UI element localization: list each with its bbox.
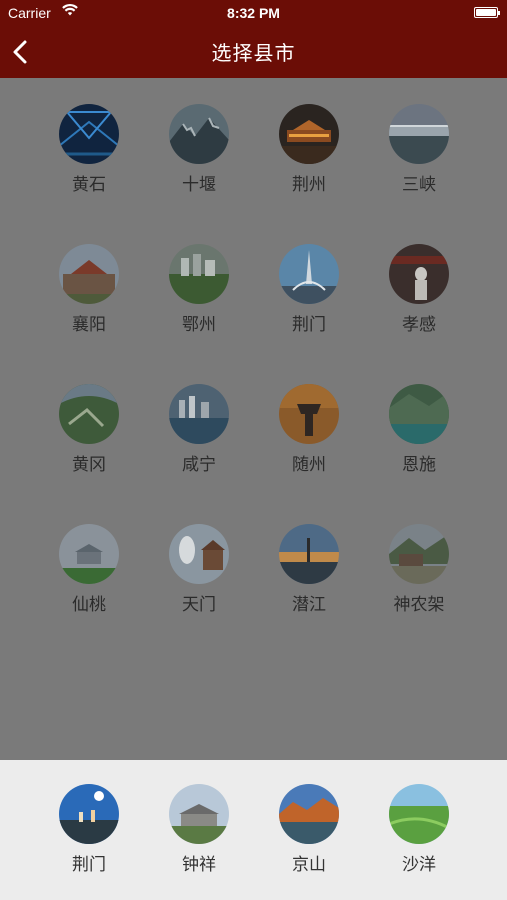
shiyan-photo xyxy=(169,104,229,164)
city-item-xiangyang[interactable]: 襄阳 xyxy=(44,244,134,335)
city-name: 潜江 xyxy=(292,595,326,615)
featured-item-shayang[interactable]: 沙洋 xyxy=(374,784,464,875)
city-name: 十堰 xyxy=(182,175,216,195)
featured-item-jingmen[interactable]: 荆门 xyxy=(44,784,134,875)
qianjiang-photo xyxy=(279,524,339,584)
huangshi-photo xyxy=(59,104,119,164)
jingzhou-photo xyxy=(279,104,339,164)
battery-icon xyxy=(474,7,500,18)
jingshan-photo xyxy=(279,784,339,844)
city-name: 随州 xyxy=(292,455,326,475)
city-name: 沙洋 xyxy=(402,855,436,875)
jingmen-photo xyxy=(279,244,339,304)
shayang-photo xyxy=(389,784,449,844)
page-title: 选择县市 xyxy=(211,41,296,65)
city-name: 鄂州 xyxy=(182,315,216,335)
featured-item-jingshan[interactable]: 京山 xyxy=(264,784,354,875)
city-item-enshi[interactable]: 恩施 xyxy=(374,384,464,475)
city-item-xiantao[interactable]: 仙桃 xyxy=(44,524,134,615)
zhongxiang-photo xyxy=(169,784,229,844)
city-name: 黄冈 xyxy=(72,455,106,475)
huanggang-photo xyxy=(59,384,119,444)
xianning-photo xyxy=(169,384,229,444)
city-name: 天门 xyxy=(182,595,216,615)
city-item-shiyan[interactable]: 十堰 xyxy=(154,104,244,195)
city-name: 京山 xyxy=(292,855,326,875)
city-item-suizhou[interactable]: 随州 xyxy=(264,384,354,475)
xiangyang-photo xyxy=(59,244,119,304)
city-grid: 黄石 十堰 荆州 三峡 襄阳 鄂州 荆门 孝感 黄冈 咸宁 随州 恩施 仙桃 天… xyxy=(0,78,507,760)
tianmen-photo xyxy=(169,524,229,584)
city-item-sanxia[interactable]: 三峡 xyxy=(374,104,464,195)
city-name: 钟祥 xyxy=(182,855,216,875)
sanxia-photo xyxy=(389,104,449,164)
jingmen-night-photo xyxy=(59,784,119,844)
suizhou-photo xyxy=(279,384,339,444)
city-name: 黄石 xyxy=(72,175,106,195)
city-name: 咸宁 xyxy=(182,455,216,475)
city-item-tianmen[interactable]: 天门 xyxy=(154,524,244,615)
city-name: 荆州 xyxy=(292,175,326,195)
city-item-qianjiang[interactable]: 潜江 xyxy=(264,524,354,615)
featured-panel: 荆门 钟祥 京山 沙洋 xyxy=(0,760,507,900)
clock: 8:32 PM xyxy=(227,5,280,21)
xiaogan-photo xyxy=(389,244,449,304)
shennongjia-photo xyxy=(389,524,449,584)
city-name: 荆门 xyxy=(72,855,106,875)
xiantao-photo xyxy=(59,524,119,584)
city-name: 恩施 xyxy=(402,455,436,475)
city-item-xiaogan[interactable]: 孝感 xyxy=(374,244,464,335)
enshi-photo xyxy=(389,384,449,444)
city-item-huangshi[interactable]: 黄石 xyxy=(44,104,134,195)
city-item-shennongjia[interactable]: 神农架 xyxy=(374,524,464,615)
city-name: 仙桃 xyxy=(72,595,106,615)
city-name: 三峡 xyxy=(402,175,436,195)
nav-bar: 选择县市 xyxy=(0,26,507,78)
city-item-ezhou[interactable]: 鄂州 xyxy=(154,244,244,335)
status-bar: Carrier 8:32 PM xyxy=(0,0,507,26)
city-item-huanggang[interactable]: 黄冈 xyxy=(44,384,134,475)
city-item-xianning[interactable]: 咸宁 xyxy=(154,384,244,475)
ezhou-photo xyxy=(169,244,229,304)
city-name: 荆门 xyxy=(292,315,326,335)
city-item-jingmen[interactable]: 荆门 xyxy=(264,244,354,335)
city-name: 神农架 xyxy=(393,595,445,615)
city-name: 襄阳 xyxy=(72,315,106,335)
featured-item-zhongxiang[interactable]: 钟祥 xyxy=(154,784,244,875)
city-item-jingzhou[interactable]: 荆州 xyxy=(264,104,354,195)
city-name: 孝感 xyxy=(402,315,436,335)
